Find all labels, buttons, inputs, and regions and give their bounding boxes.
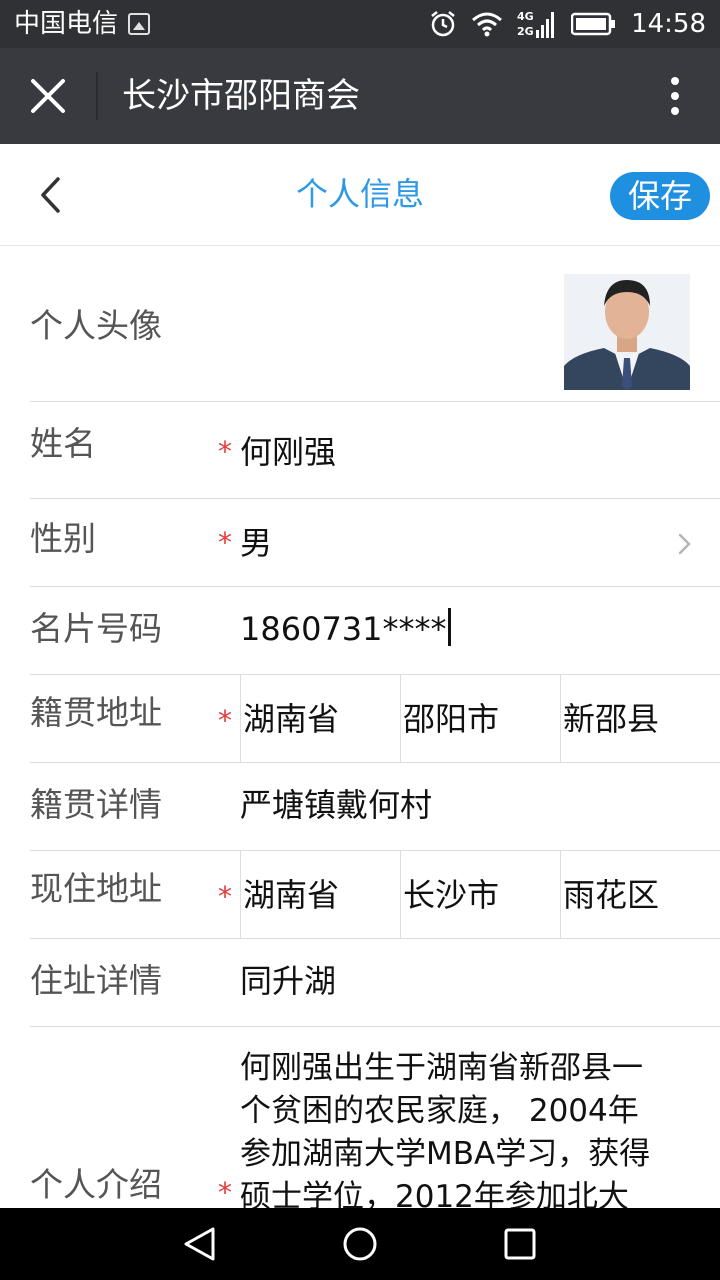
current-city-select[interactable]: 长沙市 <box>400 851 560 939</box>
intro-line: 参加湖南大学MBA学习，获得 <box>240 1136 651 1172</box>
current-district-select[interactable]: 雨花区 <box>560 851 720 939</box>
native-address-label: 籍贯地址 <box>30 693 162 732</box>
gender-label: 性别 <box>30 519 96 558</box>
name-field[interactable]: 何刚强 <box>240 430 336 474</box>
native-city-select[interactable]: 邵阳市 <box>400 675 560 763</box>
status-icons: 4G 2G 14:58 <box>429 0 706 48</box>
image-notification-icon <box>128 13 150 35</box>
system-navigation-bar <box>0 1208 720 1280</box>
address-detail-row: 住址详情 同升湖 <box>30 939 720 1027</box>
gender-row[interactable]: 性别 * 男 <box>30 499 720 587</box>
current-address-pickers: 湖南省 长沙市 雨花区 <box>240 851 720 939</box>
required-mark: * <box>218 704 232 737</box>
avatar-photo <box>564 274 690 390</box>
name-row: 姓名 * 何刚强 <box>30 402 720 499</box>
intro-textarea[interactable]: 何刚强出生于湖南省新邵县一 个贫困的农民家庭， 2004年 参加湖南大学MBA学… <box>240 1047 690 1219</box>
chevron-right-icon <box>678 533 691 555</box>
native-address-row: 籍贯地址 * 湖南省 邵阳市 新邵县 <box>30 675 720 763</box>
page-header: 个人信息 保存 <box>0 144 720 246</box>
required-mark: * <box>218 435 232 468</box>
intro-line: 个贫困的农民家庭， 2004年 <box>240 1093 639 1129</box>
intro-label: 个人介绍 <box>30 1165 162 1204</box>
card-number-row: 名片号码 1860731**** <box>30 587 720 675</box>
card-number-field[interactable]: 1860731**** <box>240 607 451 651</box>
intro-line: 何刚强出生于湖南省新邵县一 <box>240 1050 643 1086</box>
wechat-title-bar: 长沙市邵阳商会 <box>0 48 720 144</box>
save-button[interactable]: 保存 <box>610 172 710 220</box>
square-recent-icon[interactable] <box>502 1226 538 1262</box>
card-number-value: 1860731**** <box>240 610 447 648</box>
circle-home-icon[interactable] <box>342 1226 378 1262</box>
wifi-icon <box>472 12 503 37</box>
svg-text:2G: 2G <box>517 25 534 38</box>
native-detail-field[interactable]: 严塘镇戴何村 <box>240 783 432 827</box>
current-address-label: 现住地址 <box>30 869 162 908</box>
avatar-row[interactable]: 个人头像 <box>30 246 720 402</box>
avatar[interactable] <box>564 274 690 390</box>
triangle-back-icon[interactable] <box>182 1226 218 1262</box>
divider <box>96 72 98 120</box>
app-title: 长沙市邵阳商会 <box>122 76 360 116</box>
native-county-select[interactable]: 新邵县 <box>560 675 720 763</box>
battery-icon <box>571 12 616 36</box>
name-label: 姓名 <box>30 424 96 463</box>
native-detail-row: 籍贯详情 严塘镇戴何村 <box>30 763 720 851</box>
card-number-label: 名片号码 <box>30 609 162 648</box>
svg-text:4G: 4G <box>517 10 534 23</box>
address-detail-field[interactable]: 同升湖 <box>240 959 336 1003</box>
text-cursor <box>447 608 451 646</box>
close-icon[interactable] <box>30 78 66 114</box>
avatar-label: 个人头像 <box>30 306 162 345</box>
more-vertical-icon[interactable] <box>670 76 680 116</box>
current-province-select[interactable]: 湖南省 <box>240 851 400 939</box>
carrier-name: 中国电信 <box>14 9 119 39</box>
native-province-select[interactable]: 湖南省 <box>240 675 400 763</box>
signal-icon: 4G 2G <box>517 10 555 38</box>
address-detail-label: 住址详情 <box>30 961 162 1000</box>
status-bar: 中国电信 4G 2G 14:58 <box>0 0 720 48</box>
native-address-pickers: 湖南省 邵阳市 新邵县 <box>240 675 720 763</box>
clock: 14:58 <box>631 9 706 39</box>
native-detail-label: 籍贯详情 <box>30 785 162 824</box>
required-mark: * <box>218 526 232 559</box>
current-address-row: 现住地址 * 湖南省 长沙市 雨花区 <box>30 851 720 939</box>
alarm-icon <box>431 11 455 37</box>
required-mark: * <box>218 880 232 913</box>
gender-select[interactable]: 男 <box>240 521 272 565</box>
